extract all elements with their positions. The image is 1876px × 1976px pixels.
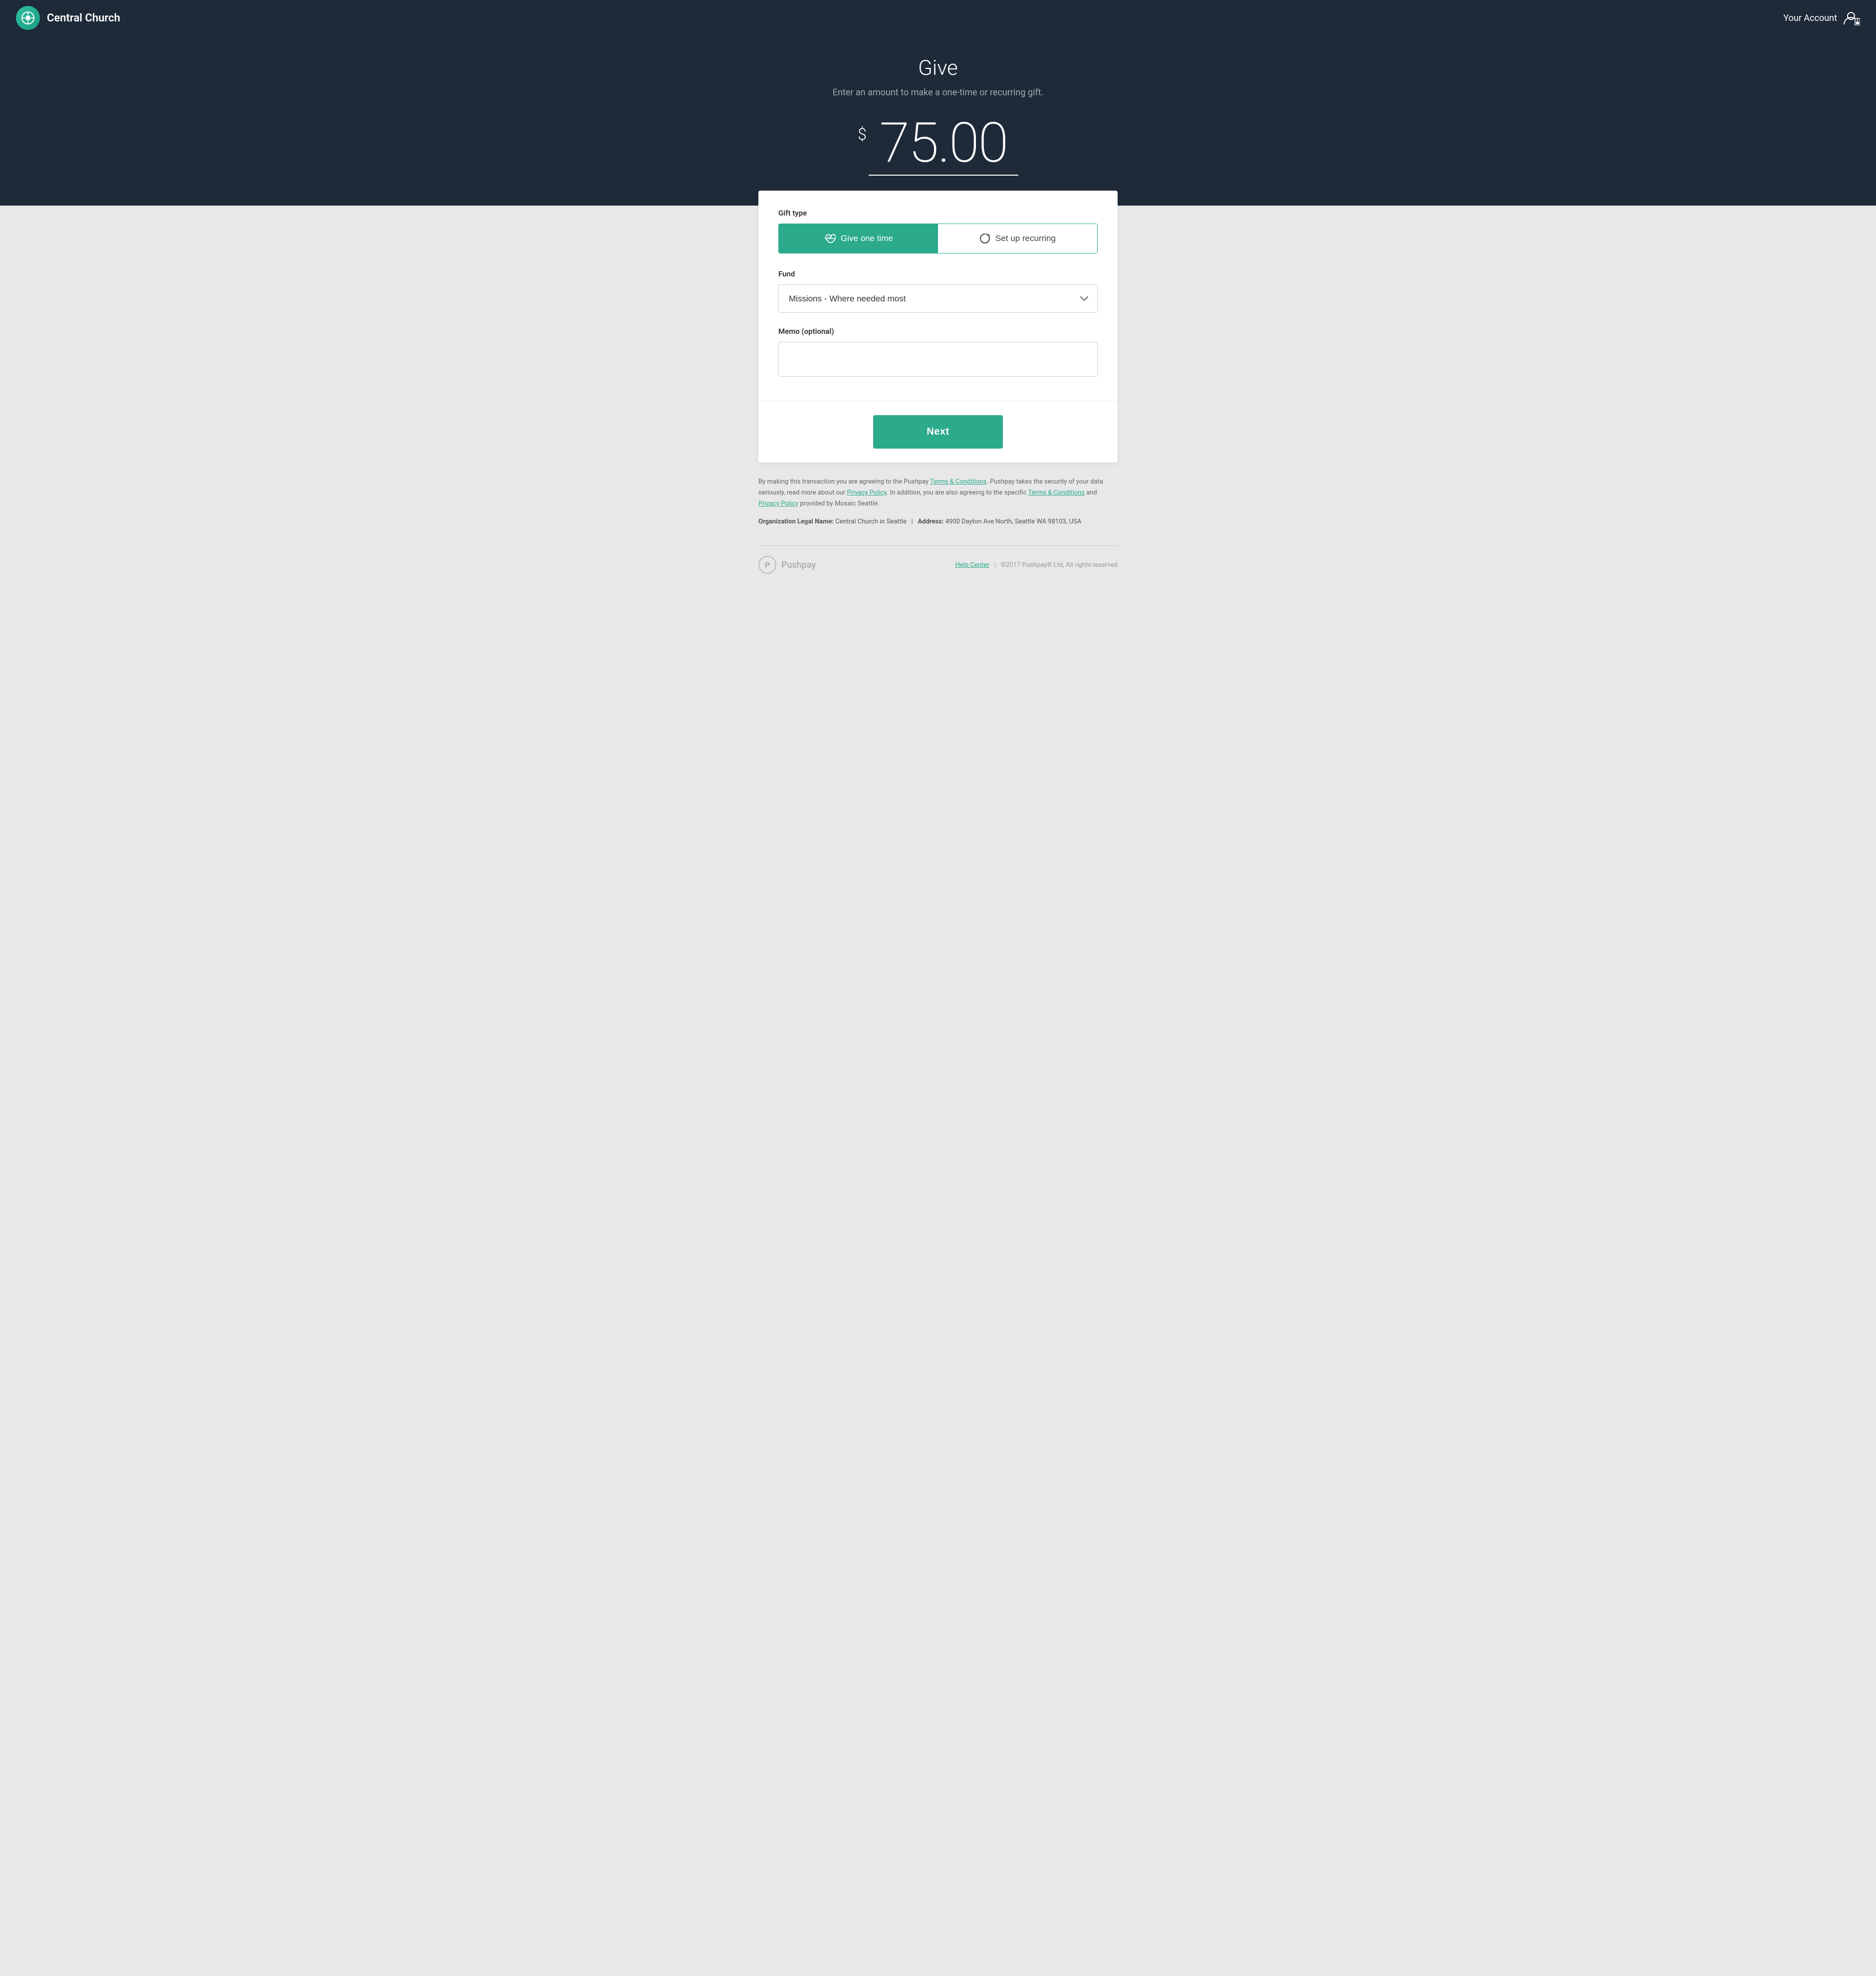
terms-link-1[interactable]: Terms & Conditions [930, 478, 986, 486]
pushpay-name: Pushpay [781, 560, 816, 570]
footer-separator: | [994, 561, 996, 569]
pushpay-links: Help Center | ©2017 Pushpay® Ltd, All ri… [955, 561, 1118, 569]
legal-text-part1: By making this transaction you are agree… [758, 478, 930, 486]
amount-value[interactable]: 75.00 [869, 116, 1018, 176]
privacy-link-1[interactable]: Privacy Policy [847, 489, 887, 496]
legal-section: By making this transaction you are agree… [758, 463, 1118, 535]
terms-link-2[interactable]: Terms & Conditions [1028, 489, 1085, 496]
org-name-label: Organization Legal Name: [758, 518, 834, 525]
header: Central Church Your Account [0, 0, 1876, 36]
legal-org: Organization Legal Name: Central Church … [758, 516, 1118, 527]
card-footer: Next [758, 401, 1118, 463]
amount-display: $ 75.00 [10, 116, 1866, 176]
give-card: Gift type Give one time [758, 191, 1118, 463]
fund-section: Fund Missions - Where needed most Genera… [778, 269, 1098, 313]
memo-section: Memo (optional) [778, 327, 1098, 379]
gift-type-section: Gift type Give one time [778, 209, 1098, 253]
pushpay-logo-icon: P [758, 556, 776, 574]
give-one-time-icon [824, 234, 836, 244]
give-one-time-label: Give one time [841, 234, 893, 244]
header-brand: Central Church [16, 6, 120, 30]
legal-text-part4: and [1085, 489, 1097, 496]
set-up-recurring-label: Set up recurring [995, 234, 1056, 244]
header-logo-icon [16, 6, 40, 30]
gift-type-toggle: Give one time Set up recurring [778, 224, 1098, 253]
recurring-icon [979, 233, 990, 244]
memo-label: Memo (optional) [778, 327, 1098, 336]
next-button[interactable]: Next [873, 415, 1003, 449]
main-content: Gift type Give one time [0, 206, 1876, 614]
pushpay-brand: P Pushpay [758, 556, 816, 574]
org-name: Central Church [47, 12, 120, 24]
user-account-icon [1842, 10, 1860, 25]
address-value: 4900 Dayton Ave North, Seattle WA 98103,… [945, 518, 1082, 525]
fund-select[interactable]: Missions - Where needed most General Fun… [778, 284, 1098, 313]
help-center-link[interactable]: Help Center [955, 561, 989, 569]
org-name-value: Central Church in Seattle [835, 518, 906, 525]
pushpay-footer: P Pushpay Help Center | ©2017 Pushpay® L… [758, 556, 1118, 594]
amount-symbol: $ [858, 125, 867, 144]
gift-type-label: Gift type [778, 209, 1098, 218]
legal-text-part3: . In addition, you are also agreeing to … [887, 489, 1028, 496]
legal-text: By making this transaction you are agree… [758, 477, 1118, 509]
copyright-text: ©2017 Pushpay® Ltd, All rights reserved [1001, 561, 1118, 569]
pushpay-logo-letter: P [765, 560, 770, 570]
give-one-time-button[interactable]: Give one time [779, 224, 938, 253]
legal-divider [758, 545, 1118, 546]
hero-subtitle: Enter an amount to make a one-time or re… [10, 87, 1866, 98]
set-up-recurring-button[interactable]: Set up recurring [938, 224, 1097, 253]
hero-section: Give Enter an amount to make a one-time … [0, 36, 1876, 206]
card-body: Gift type Give one time [758, 191, 1118, 401]
legal-text-part5: provided by Mosaic Seattle. [798, 500, 879, 507]
account-label: Your Account [1783, 13, 1837, 23]
address-label: Address: [918, 518, 943, 525]
page-title: Give [10, 56, 1866, 80]
fund-label: Fund [778, 269, 1098, 278]
privacy-link-2[interactable]: Privacy Policy [758, 500, 798, 507]
memo-input[interactable] [778, 342, 1098, 377]
account-button[interactable]: Your Account [1783, 10, 1860, 25]
